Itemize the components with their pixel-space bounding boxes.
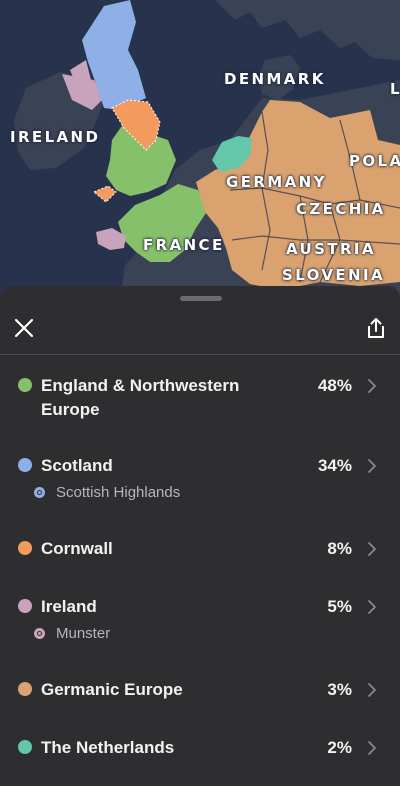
region-color-dot bbox=[18, 541, 32, 555]
chevron-right-icon bbox=[368, 379, 376, 393]
cornwall-region bbox=[93, 185, 117, 203]
subregion-dot bbox=[34, 487, 45, 498]
ethnicity-row-germanic-europe[interactable]: Germanic Europe 3% bbox=[0, 678, 400, 708]
ethnicity-sheet: England & Northwestern Europe 48% Scotla… bbox=[0, 286, 400, 786]
map-label-poland: POLA bbox=[349, 152, 400, 170]
ethnicity-row-cornwall[interactable]: Cornwall 8% bbox=[0, 537, 400, 567]
map-label-austria: AUSTRIA bbox=[286, 240, 376, 258]
subregion-munster: Munster bbox=[34, 625, 334, 645]
region-name: Scotland bbox=[41, 456, 113, 475]
region-percent: 48% bbox=[317, 376, 352, 395]
region-color-dot bbox=[18, 599, 32, 613]
region-percent: 2% bbox=[327, 738, 352, 757]
subregion-name: Scottish Highlands bbox=[56, 484, 181, 501]
close-button[interactable] bbox=[12, 316, 36, 340]
map-label-slovenia: SLOVENIA bbox=[282, 266, 385, 284]
map-label-edge: L bbox=[390, 80, 400, 98]
subregion-dot bbox=[34, 628, 45, 639]
region-percent: 8% bbox=[327, 539, 352, 558]
share-button[interactable] bbox=[364, 316, 388, 340]
region-color-dot bbox=[18, 458, 32, 472]
share-icon bbox=[368, 318, 384, 338]
region-color-dot bbox=[18, 378, 32, 392]
map-label-czechia: CZECHIA bbox=[296, 200, 386, 218]
ethnicity-row-scotland[interactable]: Scotland 34% Scottish Highlands bbox=[0, 454, 400, 506]
chevron-right-icon bbox=[368, 741, 376, 755]
ethnicity-map[interactable]: DENMARK IRELAND GERMANY POLA CZECHIA FRA… bbox=[0, 0, 400, 300]
ethnicity-row-netherlands[interactable]: The Netherlands 2% bbox=[0, 736, 400, 766]
chevron-right-icon bbox=[368, 542, 376, 556]
map-label-ireland: IRELAND bbox=[10, 128, 101, 146]
close-icon bbox=[14, 318, 34, 338]
region-percent: 5% bbox=[327, 597, 352, 616]
region-name: England & Northwestern Europe bbox=[41, 376, 240, 419]
region-name: The Netherlands bbox=[41, 738, 175, 757]
region-name: Cornwall bbox=[41, 539, 113, 558]
map-label-denmark: DENMARK bbox=[224, 70, 326, 88]
region-percent: 34% bbox=[317, 456, 352, 475]
region-color-dot bbox=[18, 682, 32, 696]
region-name: Ireland bbox=[41, 597, 97, 616]
region-percent: 3% bbox=[327, 680, 352, 699]
scandinavia-landmass bbox=[215, 0, 400, 60]
ethnicity-row-ireland[interactable]: Ireland 5% Munster bbox=[0, 595, 400, 647]
ethnicity-row-england[interactable]: England & Northwestern Europe 48% bbox=[0, 374, 400, 422]
sheet-drag-handle[interactable] bbox=[180, 296, 222, 301]
region-color-dot bbox=[18, 740, 32, 754]
subregion-name: Munster bbox=[56, 625, 111, 642]
region-name: Germanic Europe bbox=[41, 680, 183, 699]
chevron-right-icon bbox=[368, 683, 376, 697]
chevron-right-icon bbox=[368, 600, 376, 614]
map-label-france: FRANCE bbox=[143, 236, 225, 254]
chevron-right-icon bbox=[368, 459, 376, 473]
subregion-scottish-highlands: Scottish Highlands bbox=[34, 484, 334, 504]
sheet-divider bbox=[0, 354, 400, 355]
map-label-germany: GERMANY bbox=[226, 173, 327, 191]
